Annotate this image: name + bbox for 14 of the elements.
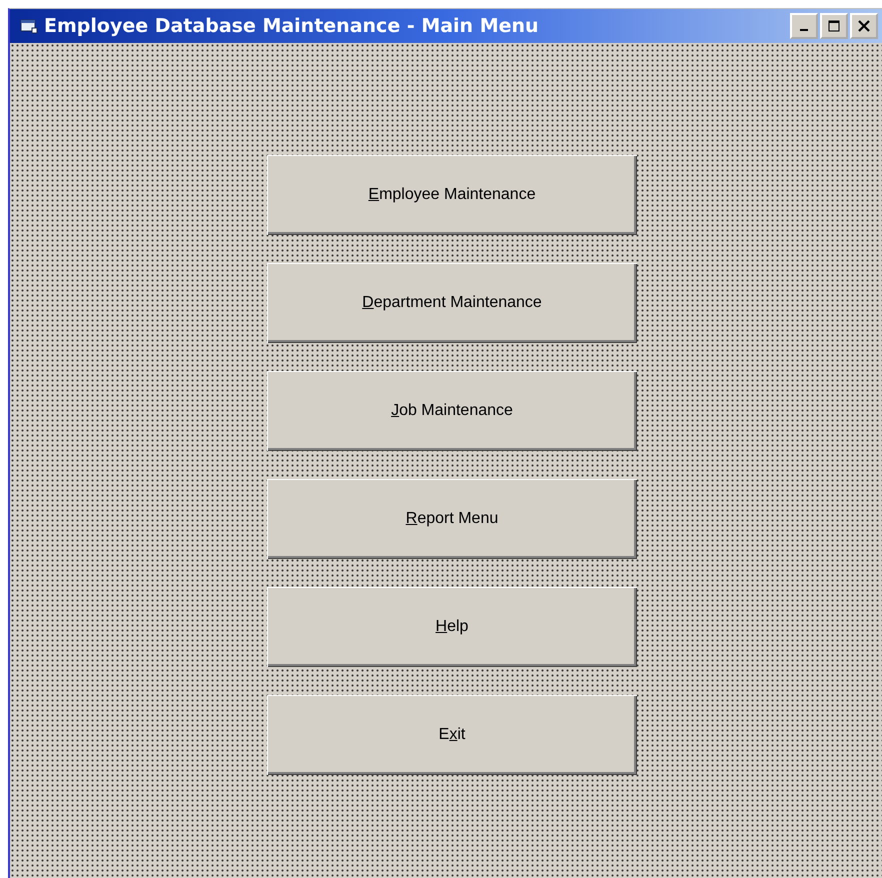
menu-button[interactable]: Department Maintenance bbox=[267, 263, 637, 343]
maximize-icon bbox=[828, 20, 840, 32]
minimize-button[interactable] bbox=[790, 13, 818, 39]
menu-button[interactable]: Job Maintenance bbox=[267, 371, 637, 451]
close-button[interactable] bbox=[850, 13, 878, 39]
menu-button[interactable]: Exit bbox=[267, 695, 637, 775]
minimize-icon bbox=[800, 29, 808, 31]
close-icon bbox=[858, 20, 870, 32]
window-title: Employee Database Maintenance - Main Menu bbox=[44, 15, 540, 37]
menu-button[interactable]: Employee Maintenance bbox=[267, 155, 637, 235]
maximize-button[interactable] bbox=[820, 13, 848, 39]
window-icon bbox=[20, 18, 38, 34]
menu-button[interactable]: Help bbox=[267, 587, 637, 667]
menu-button[interactable]: Report Menu bbox=[267, 479, 637, 559]
